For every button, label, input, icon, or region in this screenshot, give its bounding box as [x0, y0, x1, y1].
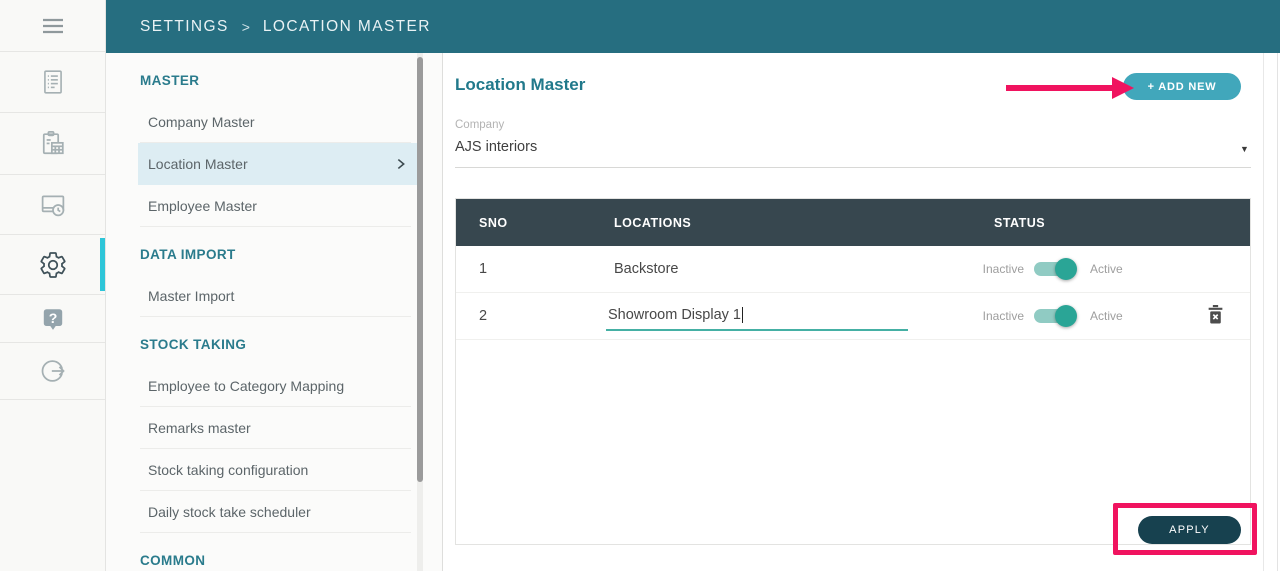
locations-table-panel: SNO LOCATIONS STATUS 1 Backstore Inactiv…	[455, 198, 1251, 545]
toggle-active-label: Active	[1090, 262, 1123, 276]
icon-rail: ?	[0, 0, 106, 571]
nav-settings-button[interactable]	[0, 235, 105, 295]
sidebar-item-employee-master[interactable]: Employee Master	[138, 185, 421, 227]
hamburger-icon	[42, 18, 63, 33]
breadcrumb-settings[interactable]: SETTINGS	[140, 18, 229, 36]
sidebar-item-location-master[interactable]: Location Master	[138, 143, 421, 185]
section-title-stock-taking: STOCK TAKING	[140, 337, 247, 352]
sidebar-scrollbar-track	[417, 53, 423, 571]
page-title: Location Master	[455, 75, 586, 94]
nav-report-button[interactable]	[0, 52, 105, 113]
nav-logout-button[interactable]	[0, 343, 105, 400]
delete-row-button[interactable]	[1205, 303, 1226, 329]
main-content: Location Master + ADD NEW Company AJS in…	[443, 53, 1264, 571]
annotation-arrow-head	[1112, 77, 1134, 99]
sidebar-menu: MASTER Company Master Location Master Em…	[106, 53, 443, 571]
sidebar-item-master-import[interactable]: Master Import	[138, 275, 421, 317]
status-toggle[interactable]	[1034, 305, 1077, 327]
logout-icon	[41, 360, 65, 382]
nav-history-button[interactable]	[0, 175, 105, 235]
table-row: 2 Showroom Display 1 Inactive Active	[456, 293, 1250, 340]
add-new-button[interactable]: + ADD NEW	[1123, 73, 1241, 100]
cell-status: Inactive Active	[956, 258, 1250, 280]
chevron-right-icon	[397, 158, 405, 170]
sidebar-item-daily-stock-take-scheduler[interactable]: Daily stock take scheduler	[138, 491, 421, 533]
section-title-common: COMMON	[140, 553, 206, 568]
settings-gear-icon	[39, 251, 66, 278]
apply-button[interactable]: APPLY	[1138, 516, 1241, 544]
column-header-status: STATUS	[994, 215, 1046, 230]
nav-help-button[interactable]: ?	[0, 295, 105, 343]
table-header-row: SNO LOCATIONS STATUS	[456, 199, 1250, 246]
content-edge-line	[1277, 53, 1278, 571]
company-select-value[interactable]: AJS interiors	[455, 139, 537, 155]
hamburger-menu-button[interactable]	[0, 0, 105, 52]
annotation-arrow-line	[1006, 85, 1112, 91]
company-select-underline	[455, 167, 1251, 168]
toggle-knob	[1055, 258, 1077, 280]
column-header-sno: SNO	[479, 215, 508, 230]
sidebar-scrollbar-thumb[interactable]	[417, 57, 423, 482]
toggle-inactive-label: Inactive	[982, 262, 1024, 276]
nav-stock-plan-button[interactable]	[0, 113, 105, 175]
cell-sno: 1	[479, 261, 488, 277]
section-title-master: MASTER	[140, 73, 200, 88]
table-row: 1 Backstore Inactive Active	[456, 246, 1250, 293]
location-input[interactable]: Showroom Display 1	[606, 301, 908, 331]
top-header-bar: SETTINGS > LOCATION MASTER	[106, 0, 1280, 53]
sidebar-item-remarks-master[interactable]: Remarks master	[138, 407, 421, 449]
sidebar-item-company-master[interactable]: Company Master	[138, 101, 421, 143]
breadcrumb-separator-icon: >	[241, 18, 250, 35]
breadcrumb-location-master[interactable]: LOCATION MASTER	[263, 18, 431, 36]
section-title-data-import: DATA IMPORT	[140, 247, 236, 262]
column-header-locations: LOCATIONS	[614, 215, 692, 230]
toggle-active-label: Active	[1090, 309, 1123, 323]
clipboard-calendar-icon	[42, 130, 64, 154]
sidebar-item-stock-taking-configuration[interactable]: Stock taking configuration	[138, 449, 421, 491]
sidebar-item-employee-category-mapping[interactable]: Employee to Category Mapping	[138, 365, 421, 407]
cell-location: Backstore	[614, 261, 679, 277]
text-cursor	[741, 307, 743, 323]
active-nav-indicator	[100, 238, 105, 291]
cell-sno: 2	[479, 308, 488, 324]
company-field-label: Company	[455, 119, 505, 131]
window-clock-icon	[41, 194, 64, 216]
toggle-inactive-label: Inactive	[982, 309, 1024, 323]
svg-text:?: ?	[48, 309, 57, 325]
dropdown-caret-icon[interactable]: ▼	[1240, 144, 1249, 154]
delete-trash-icon	[1208, 305, 1223, 324]
help-icon: ?	[43, 308, 62, 330]
report-icon	[43, 70, 62, 94]
toggle-knob	[1055, 305, 1077, 327]
status-toggle[interactable]	[1034, 258, 1077, 280]
